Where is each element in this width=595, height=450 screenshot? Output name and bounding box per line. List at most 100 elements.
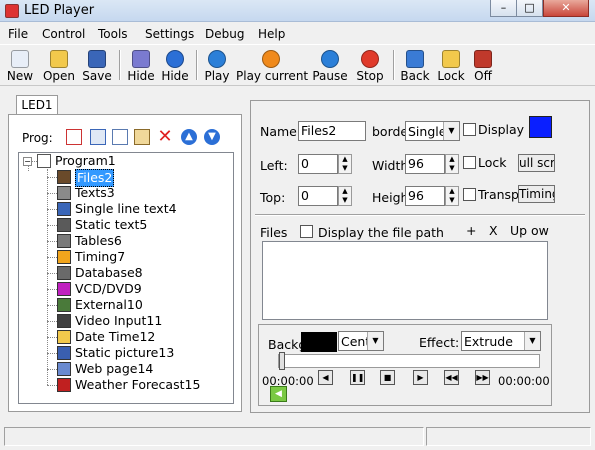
previous-icon[interactable]: ◀◀ [444, 370, 459, 385]
tree-item-label: Web page14 [75, 361, 154, 376]
app-icon [5, 4, 19, 18]
next-icon[interactable]: ▶▶ [475, 370, 490, 385]
collapse-toggle[interactable]: − [23, 157, 32, 166]
top-spinner[interactable]: ▲ ▼ [338, 186, 352, 206]
background-color-swatch[interactable] [301, 332, 337, 352]
off-icon [474, 50, 492, 68]
menu-help[interactable]: Help [258, 27, 285, 41]
speaker-icon[interactable]: ◀ [270, 386, 287, 402]
lock-button[interactable]: Lock [436, 50, 466, 83]
paste-icon[interactable] [134, 129, 150, 145]
lock-icon [442, 50, 460, 68]
tree-item[interactable]: VCD/DVD9 [57, 281, 233, 297]
time-end: 00:00:00 [498, 374, 550, 388]
tree-item-label: Timing7 [75, 249, 126, 264]
pause-button[interactable]: Pause [312, 50, 348, 83]
left-input[interactable]: 0 [298, 154, 338, 174]
tree-item[interactable]: External10 [57, 297, 233, 313]
tree-item[interactable]: Single line text4 [57, 201, 233, 217]
delete-icon[interactable]: ✕ [157, 128, 173, 146]
off-button[interactable]: Off [470, 50, 496, 83]
tree-item[interactable]: Weather Forecast15 [57, 377, 233, 393]
timing-clock-icon [57, 250, 71, 264]
bg-color-swatch[interactable] [529, 116, 552, 138]
name-label: Name: [260, 124, 302, 139]
tree-item-label: Weather Forecast15 [75, 377, 201, 392]
play-playback-icon[interactable]: ▶ [413, 370, 428, 385]
maximize-button[interactable]: □ [516, 0, 543, 17]
tree-item[interactable]: Static text5 [57, 217, 233, 233]
height-spinner[interactable]: ▲ ▼ [445, 186, 459, 206]
tree-root-program[interactable]: Program1 [37, 153, 157, 169]
display-path-checkbox[interactable] [300, 225, 313, 238]
pause-playback-icon[interactable]: ❚❚ [350, 370, 365, 385]
hide-edit-button[interactable]: Hide [126, 50, 156, 83]
toolbar-separator [119, 50, 121, 80]
close-window-button[interactable]: ✕ [543, 0, 589, 17]
move-file-up-button[interactable]: Up [510, 223, 527, 238]
table-icon [57, 234, 71, 248]
border-label: borde [372, 124, 409, 139]
back-button[interactable]: Back [400, 50, 430, 83]
play-current-button[interactable]: Play current [236, 50, 308, 83]
tree-item[interactable]: Texts3 [57, 185, 233, 201]
effect-select[interactable]: Extrude ▼ [461, 331, 541, 351]
height-input[interactable]: 96 [405, 186, 445, 206]
add-program-icon[interactable] [90, 129, 106, 145]
remove-file-button[interactable]: X [489, 223, 498, 238]
width-spinner[interactable]: ▲ ▼ [445, 154, 459, 174]
left-spinner[interactable]: ▲ ▼ [338, 154, 352, 174]
tree-item[interactable]: Static picture13 [57, 345, 233, 361]
width-input[interactable]: 96 [405, 154, 445, 174]
border-select[interactable]: Single ▼ [405, 121, 460, 141]
display-path-label: Display the file path [318, 225, 444, 240]
top-input[interactable]: 0 [298, 186, 338, 206]
move-down-icon[interactable]: ▼ [204, 129, 220, 145]
save-button[interactable]: Save [82, 50, 112, 83]
play-button[interactable]: Play [202, 50, 232, 83]
menu-settings[interactable]: Settings [145, 27, 194, 41]
move-file-down-button[interactable]: ow [531, 223, 549, 238]
tree-item[interactable]: Web page14 [57, 361, 233, 377]
tree-item-label: Texts3 [75, 185, 115, 200]
menu-debug[interactable]: Debug [205, 27, 244, 41]
fullscreen-button[interactable]: ull scree [518, 154, 555, 172]
lock-checkbox[interactable] [463, 156, 476, 169]
add-file-button[interactable]: + [466, 223, 476, 238]
tree-item[interactable]: Date Time12 [57, 329, 233, 345]
database-icon [57, 266, 71, 280]
menu-tools[interactable]: Tools [98, 27, 128, 41]
tree-item[interactable]: Video Input11 [57, 313, 233, 329]
tree-item[interactable]: Database8 [57, 265, 233, 281]
copy-icon[interactable] [112, 129, 128, 145]
align-select[interactable]: Cent ▼ [338, 331, 384, 351]
stop-button[interactable]: Stop [355, 50, 385, 83]
tree-item[interactable]: Timing7 [57, 249, 233, 265]
stop-playback-icon[interactable]: ■ [380, 370, 395, 385]
lock-label: Lock [478, 155, 507, 170]
tree-item-label: Database8 [75, 265, 143, 280]
program-properties-icon[interactable] [66, 129, 82, 145]
progress-slider-thumb[interactable] [279, 352, 285, 370]
menu-control[interactable]: Control [42, 27, 85, 41]
minimize-button[interactable]: – [490, 0, 517, 17]
play-icon [208, 50, 226, 68]
tab-led1[interactable]: LED1 [16, 95, 58, 115]
hide-button[interactable]: Hide [160, 50, 190, 83]
open-button[interactable]: Open [42, 50, 76, 83]
width-label: Width [372, 158, 409, 173]
timing-button[interactable]: Timing [518, 185, 555, 203]
open-folder-icon [50, 50, 68, 68]
tree-item[interactable]: Tables6 [57, 233, 233, 249]
first-frame-icon[interactable]: ◀ [318, 370, 333, 385]
move-up-icon[interactable]: ▲ [181, 129, 197, 145]
progress-slider-track[interactable] [278, 354, 540, 368]
tree-item[interactable]: Files2 [57, 169, 233, 187]
files-list[interactable] [262, 241, 548, 320]
new-button[interactable]: New [5, 50, 35, 83]
status-bar-left [4, 427, 424, 446]
menu-file[interactable]: File [8, 27, 28, 41]
name-input[interactable]: Files2 [298, 121, 366, 141]
transparent-checkbox[interactable] [463, 188, 476, 201]
display-bg-checkbox[interactable] [463, 123, 476, 136]
